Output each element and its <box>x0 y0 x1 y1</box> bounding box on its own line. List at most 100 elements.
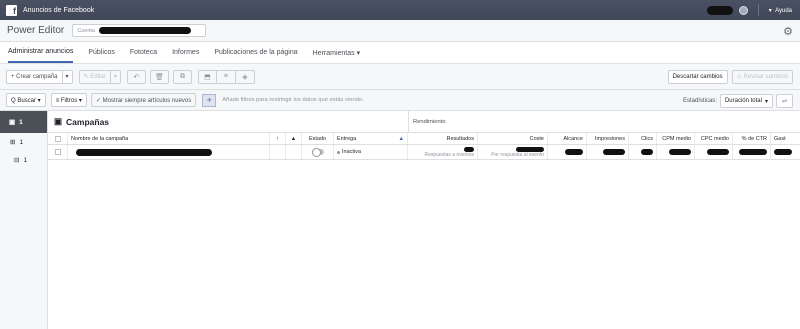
level-sidebar: ▣ 1 ⊞ 1 ⊟ 1 <box>0 111 48 329</box>
col-delivery[interactable]: Entrega ▲ <box>334 133 408 144</box>
chevron-down-icon: ▾ <box>764 98 768 105</box>
cost-sub: Por respuesta al evento <box>491 151 544 158</box>
power-editor-bar: Power Editor Cuenta ⚙ <box>0 20 800 42</box>
account-label: Cuenta <box>77 27 95 34</box>
status-toggle[interactable] <box>311 148 324 157</box>
tab-administrar-anuncios[interactable]: Administrar anuncios <box>8 42 74 63</box>
col-ctr[interactable]: % de CTR <box>733 133 771 144</box>
review-changes-button[interactable]: ⚠ Revisar cambios <box>731 69 793 84</box>
performance-header: Rendimiento <box>408 111 800 133</box>
stats-value: Duración total <box>724 98 762 104</box>
account-selector[interactable]: Cuenta <box>72 24 207 37</box>
help-link[interactable]: ▾ Ayuda <box>769 7 792 14</box>
edit-dropdown-button[interactable]: ▾ <box>110 69 121 84</box>
col-results[interactable]: Resultados <box>408 133 478 144</box>
table-row[interactable]: Inactiva Respuestas a eventos Por respue… <box>48 145 800 160</box>
search-button[interactable]: Q Buscar ▾ <box>6 93 46 107</box>
tab-publicos[interactable]: Públicos <box>88 42 114 63</box>
cost-cell: Por respuesta al evento <box>478 145 548 159</box>
filter-bar: Q Buscar ▾ ≡ Filtros ▾ ✓ Mostrar siempre… <box>0 90 800 111</box>
ad-count: 1 <box>23 156 28 164</box>
globe-icon[interactable] <box>738 5 748 15</box>
app-title: Anuncios de Facebook <box>23 6 95 14</box>
table-header-row: Nombre de la campaña ↑ ▲ Estado Entrega … <box>48 133 800 145</box>
col-sort-icon[interactable]: ↑ <box>270 133 286 144</box>
row-sort-cell <box>270 145 286 159</box>
ad-icon: ⊟ <box>14 157 20 164</box>
redacted-ctr <box>739 149 767 155</box>
statistics-control: Estadísticas: Duración total ▾ ⇌ <box>683 94 793 108</box>
redacted-reach <box>565 149 583 155</box>
col-reach[interactable]: Alcance <box>548 133 587 144</box>
add-filter-plus-icon[interactable]: + <box>202 93 217 107</box>
row-select-cell[interactable] <box>48 145 68 159</box>
folder-icon: ▣ <box>9 119 16 126</box>
delivery-value: Inactiva <box>342 149 361 155</box>
redacted-impressions <box>603 149 625 155</box>
campaign-name-cell[interactable] <box>68 145 270 159</box>
main-nav: Administrar anuncios Públicos Fototeca I… <box>0 42 800 64</box>
adset-count: 1 <box>19 138 24 146</box>
comment-icon[interactable]: ≡ <box>216 69 236 84</box>
stats-dropdown[interactable]: Duración total ▾ <box>719 94 773 108</box>
edit-button[interactable]: ✎ Editar <box>78 69 111 84</box>
col-campaign-name[interactable]: Nombre de la campaña <box>68 133 270 144</box>
select-all-checkbox[interactable] <box>54 135 61 142</box>
show-new-items-toggle[interactable]: ✓ Mostrar siempre artículos nuevos <box>90 93 197 107</box>
delivery-label: Entrega <box>337 135 357 142</box>
status-dot-icon <box>337 150 340 154</box>
preview-icon[interactable]: ⬒ <box>197 69 217 84</box>
cpm-cell <box>657 145 695 159</box>
col-cost[interactable]: Coste <box>478 133 548 144</box>
ctr-cell <box>733 145 771 159</box>
trash-icon[interactable]: 🗑 <box>149 69 169 84</box>
page-title: Power Editor <box>7 25 65 36</box>
select-all-cell[interactable] <box>48 133 68 144</box>
campaigns-title: Campañas <box>66 116 110 127</box>
tag-icon[interactable]: ◈ <box>235 69 255 84</box>
sidebar-item-adsets[interactable]: ⊞ 1 <box>0 133 47 151</box>
create-campaign-button[interactable]: + Crear campaña <box>6 69 63 84</box>
sidebar-item-campaigns[interactable]: ▣ 1 <box>0 111 47 133</box>
filters-button[interactable]: ≡ Filtros ▾ <box>50 93 87 107</box>
col-warning-icon[interactable]: ▲ <box>286 133 302 144</box>
facebook-logo-icon[interactable]: f <box>6 4 17 16</box>
campaign-count: 1 <box>19 118 23 126</box>
folder-icon: ▣ <box>54 116 63 126</box>
row-checkbox[interactable] <box>54 149 61 155</box>
cpc-cell <box>695 145 733 159</box>
toolbar: + Crear campaña ▾ ✎ Editar ▾ ↶ 🗑 ⧉ ⬒ ≡ ◈… <box>0 64 800 90</box>
redacted-cpc <box>707 149 729 155</box>
redacted-user-name <box>706 5 733 15</box>
col-cpc[interactable]: CPC medio <box>695 133 733 144</box>
redacted-clicks <box>641 149 653 155</box>
redacted-campaign-name <box>76 148 212 156</box>
results-sub: Respuestas a eventos <box>424 151 474 158</box>
sidebar-item-ads[interactable]: ⊟ 1 <box>0 151 47 169</box>
row-warning-cell <box>286 145 302 159</box>
undo-icon[interactable]: ↶ <box>126 69 146 84</box>
tab-fototeca[interactable]: Fototeca <box>130 42 157 63</box>
redacted-account-name <box>99 27 191 34</box>
tab-publicaciones[interactable]: Publicaciones de la página <box>214 42 297 63</box>
columns-settings-icon[interactable]: ⇌ <box>776 94 793 108</box>
col-clicks[interactable]: Clics <box>629 133 657 144</box>
grid-icon: ⊞ <box>10 139 16 146</box>
top-bar: f Anuncios de Facebook ▾ Ayuda <box>0 0 800 20</box>
redacted-cpm <box>669 149 691 155</box>
tab-informes[interactable]: Informes <box>172 42 199 63</box>
tab-herramientas[interactable]: Herramientas ▾ <box>313 42 360 63</box>
gear-icon[interactable]: ⚙ <box>783 25 793 38</box>
col-status[interactable]: Estado <box>302 133 334 144</box>
divider <box>757 4 759 16</box>
discard-changes-button[interactable]: Descartar cambios <box>667 69 728 84</box>
campaigns-table: ▣ Campañas Rendimiento Nombre de la camp… <box>48 111 800 329</box>
col-impressions[interactable]: Impresiones <box>587 133 629 144</box>
create-dropdown-button[interactable]: ▾ <box>62 69 73 84</box>
sort-asc-icon: ▲ <box>398 135 404 142</box>
col-spend[interactable]: Gast <box>771 133 795 144</box>
campaigns-section-header: ▣ Campañas <box>48 111 408 133</box>
col-cpm[interactable]: CPM medio <box>657 133 695 144</box>
duplicate-icon[interactable]: ⧉ <box>172 69 192 84</box>
redacted-spend <box>774 149 792 155</box>
